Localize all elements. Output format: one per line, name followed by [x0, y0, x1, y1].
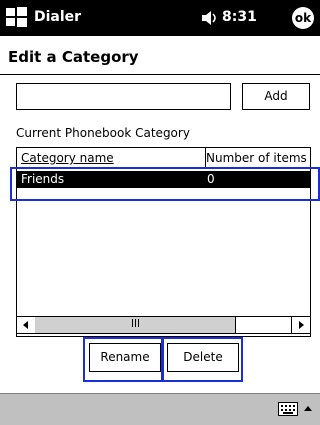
- keyboard-icon[interactable]: [278, 402, 298, 416]
- scroll-left-arrow-icon[interactable]: [17, 317, 36, 333]
- menu-bar: [0, 393, 320, 425]
- page-title: Edit a Category: [8, 48, 139, 66]
- input-menu-arrow-icon[interactable]: [302, 403, 314, 415]
- speaker-icon[interactable]: [200, 8, 220, 28]
- windows-start-icon[interactable]: [4, 5, 30, 31]
- highlight-rename-outline: [83, 337, 163, 382]
- column-header-number-of-items[interactable]: Number of items: [202, 148, 310, 168]
- highlight-row-outline: [10, 167, 320, 201]
- title-bar: Dialer 8:31 ok: [0, 0, 320, 36]
- category-name-input[interactable]: [16, 83, 231, 110]
- add-button[interactable]: Add: [242, 83, 310, 110]
- app-title: Dialer: [34, 9, 82, 25]
- horizontal-scrollbar[interactable]: [16, 316, 311, 334]
- column-header-category-name[interactable]: Category name: [17, 148, 206, 168]
- clock-time[interactable]: 8:31: [222, 9, 257, 25]
- grip-icon: [132, 319, 139, 327]
- header-divider: [0, 74, 320, 75]
- list-header: Category name Number of items: [17, 148, 310, 169]
- section-label: Current Phonebook Category: [16, 126, 190, 140]
- scrollbar-thumb[interactable]: [35, 317, 236, 333]
- scroll-right-arrow-icon[interactable]: [291, 317, 310, 333]
- highlight-delete-outline: [162, 337, 243, 382]
- ok-button[interactable]: ok: [292, 7, 314, 29]
